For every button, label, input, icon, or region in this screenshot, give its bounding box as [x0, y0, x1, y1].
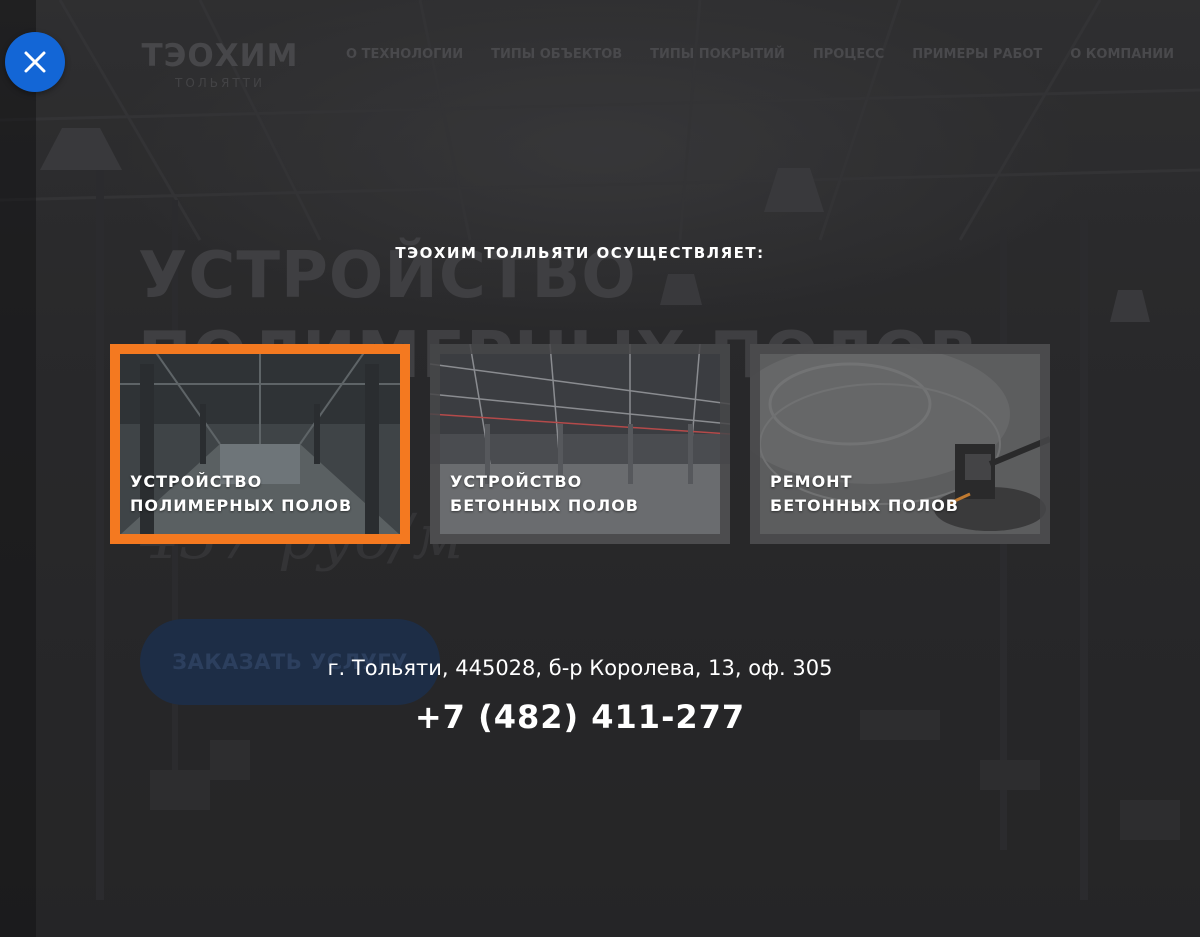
- overlay-left-edge: [0, 0, 36, 937]
- service-card-concrete-repair[interactable]: РЕМОНТ БЕТОННЫХ ПОЛОВ: [750, 344, 1050, 544]
- card-label-line1: РЕМОНТ: [770, 472, 853, 491]
- card-label-line1: УСТРОЙСТВО: [130, 472, 263, 491]
- card-label-line2: БЕТОННЫХ ПОЛОВ: [450, 496, 639, 515]
- page: ТЭОХИМ ТОЛЬЯТТИ О ТЕХНОЛОГИИ ТИПЫ ОБЪЕКТ…: [0, 0, 1200, 937]
- modal-heading: ТЭОХИМ ТОЛЛЬЯТИ ОСУЩЕСТВЛЯЕТ:: [395, 244, 765, 262]
- service-card-polymer-floors[interactable]: УСТРОЙСТВО ПОЛИМЕРНЫХ ПОЛОВ: [110, 344, 410, 544]
- close-button[interactable]: [5, 32, 65, 92]
- service-card-concrete-floors[interactable]: УСТРОЙСТВО БЕТОННЫХ ПОЛОВ: [430, 344, 730, 544]
- card-label-line1: УСТРОЙСТВО: [450, 472, 583, 491]
- company-address: г. Тольяти, 445028, б-р Королева, 13, оф…: [327, 656, 833, 680]
- service-card-label: РЕМОНТ БЕТОННЫХ ПОЛОВ: [770, 470, 959, 518]
- service-card-label: УСТРОЙСТВО ПОЛИМЕРНЫХ ПОЛОВ: [130, 470, 352, 518]
- card-label-line2: ПОЛИМЕРНЫХ ПОЛОВ: [130, 496, 353, 515]
- service-card-label: УСТРОЙСТВО БЕТОННЫХ ПОЛОВ: [450, 470, 639, 518]
- close-icon: [24, 51, 46, 73]
- company-phone[interactable]: +7 (482) 411-277: [0, 698, 1160, 736]
- card-label-line2: БЕТОННЫХ ПОЛОВ: [770, 496, 959, 515]
